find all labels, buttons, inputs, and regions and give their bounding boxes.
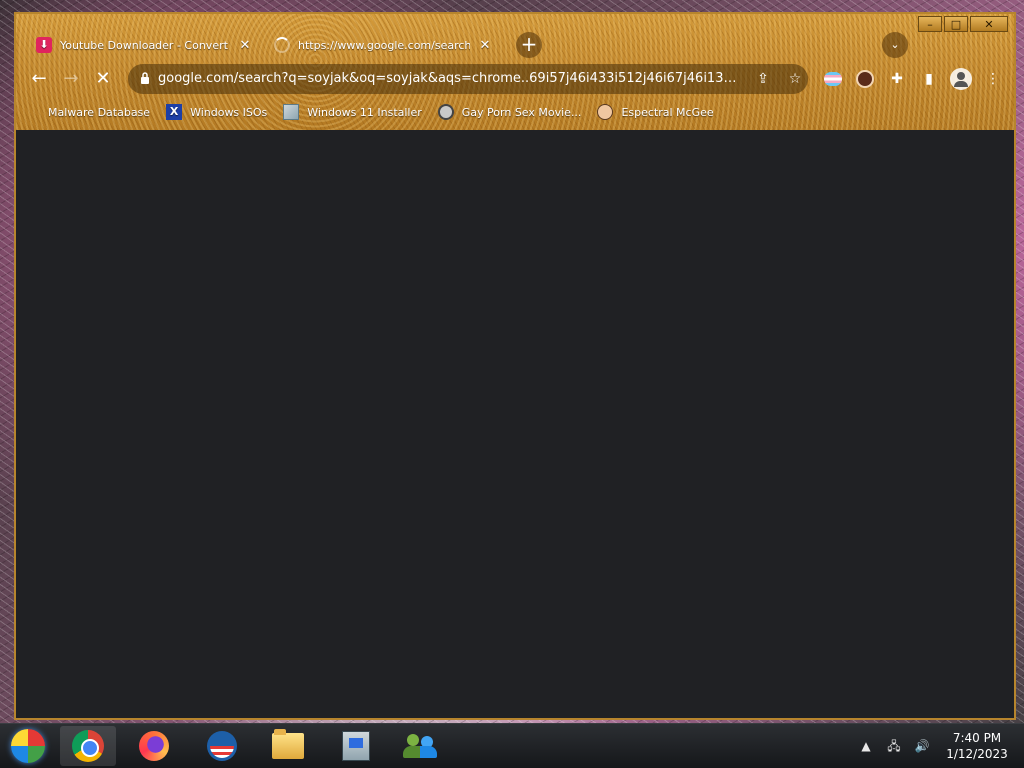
taskbar-people[interactable] [392,726,448,766]
stop-loading-button[interactable]: ✕ [90,66,116,92]
chrome-icon [72,730,104,762]
volume-icon[interactable]: 🔊 [914,738,930,754]
loading-spinner-icon [274,37,290,53]
tab-title: Youtube Downloader - Convert & ... [60,38,230,52]
taskbar-firefox[interactable] [126,726,182,766]
bookmark-windows-isos[interactable]: X Windows ISOs [166,104,267,120]
lock-icon[interactable] [140,71,150,85]
clock-date: 1/12/2023 [946,747,1008,761]
browser-frame: – □ ✕ ⬇ Youtube Downloader - Convert & .… [16,14,1014,130]
bookmark-label: Espectral McGee [621,105,714,119]
blank-icon [30,104,40,120]
windows-start-icon [11,729,45,763]
taskbar-setup[interactable] [328,726,384,766]
download-icon: ⬇ [36,37,52,53]
close-tab-icon[interactable]: ✕ [478,38,492,53]
menu-kebab-icon[interactable]: ⋮ [982,68,1004,90]
extension-avatar-icon[interactable] [854,68,876,90]
bookmark-label: Gay Porn Sex Movie... [461,105,582,119]
back-button[interactable]: ← [26,66,52,92]
close-window-button[interactable]: ✕ [970,16,1008,32]
forward-button[interactable]: → [58,66,84,92]
setup-installer-icon [342,731,370,761]
profile-icon[interactable] [950,68,972,90]
bookmark-gay-porn-sex-movie[interactable]: Gay Porn Sex Movie... [437,104,582,120]
side-panel-icon[interactable]: ▮ [918,68,940,90]
obama-logo-icon [207,731,237,761]
extensions-puzzle-icon[interactable]: ✚ [886,68,908,90]
firefox-icon [139,731,169,761]
bookmark-label: Windows 11 Installer [307,105,422,119]
system-tray: ▲ 🖧 🔊 7:40 PM 1/12/2023 [858,728,1012,764]
tab-search-button[interactable]: ⌄ [882,32,908,58]
show-hidden-icons-chevron-icon[interactable]: ▲ [858,738,874,754]
close-tab-icon[interactable]: ✕ [238,38,252,53]
windows-installer-icon [283,104,300,120]
bookmark-label: Malware Database [48,105,151,119]
browser-window: – □ ✕ ⬇ Youtube Downloader - Convert & .… [14,12,1016,720]
address-bar[interactable]: google.com/search?q=soyjak&oq=soyjak&aqs… [128,64,808,94]
page-content-area[interactable] [16,130,1014,718]
network-icon[interactable]: 🖧 [886,738,902,754]
bookmark-star-icon[interactable]: ☆ [784,68,806,90]
folder-icon [272,729,304,759]
taskbar-chrome[interactable] [60,726,116,766]
bookmark-label: Windows ISOs [190,105,268,119]
bookmarks-bar: Malware Database X Windows ISOs Windows … [30,102,714,122]
clock-time: 7:40 PM [952,731,1002,745]
share-icon[interactable]: ⇪ [752,68,774,90]
disk-icon [437,104,454,120]
tab-title: https://www.google.com/search?q... [298,38,470,52]
tab-strip: ⬇ Youtube Downloader - Convert & ... ✕ h… [24,32,542,58]
browser-toolbar: ← → ✕ google.com/search?q=soyjak&oq=soyj… [16,64,1014,94]
start-button[interactable] [0,726,56,766]
extension-flag-icon[interactable] [822,68,844,90]
url-text[interactable]: google.com/search?q=soyjak&oq=soyjak&aqs… [158,71,744,86]
new-tab-button[interactable]: + [516,32,542,58]
window-controls: – □ ✕ [918,16,1008,32]
minimize-button[interactable]: – [918,16,942,32]
tab-youtube-downloader[interactable]: ⬇ Youtube Downloader - Convert & ... ✕ [24,32,262,58]
tab-google-search[interactable]: https://www.google.com/search?q... ✕ [262,32,502,58]
face-icon [597,104,614,120]
bookmark-windows-11-installer[interactable]: Windows 11 Installer [283,104,422,120]
taskbar: ▲ 🖧 🔊 7:40 PM 1/12/2023 [0,723,1024,768]
taskbar-file-explorer[interactable] [260,726,316,766]
bookmark-malware-database[interactable]: Malware Database [30,104,150,120]
people-icon [403,732,437,760]
x-icon: X [166,104,183,120]
maximize-button[interactable]: □ [944,16,968,32]
taskbar-obama[interactable] [194,726,250,766]
clock[interactable]: 7:40 PM 1/12/2023 [942,730,1012,762]
bookmark-espectral-mcgee[interactable]: Espectral McGee [597,104,714,120]
